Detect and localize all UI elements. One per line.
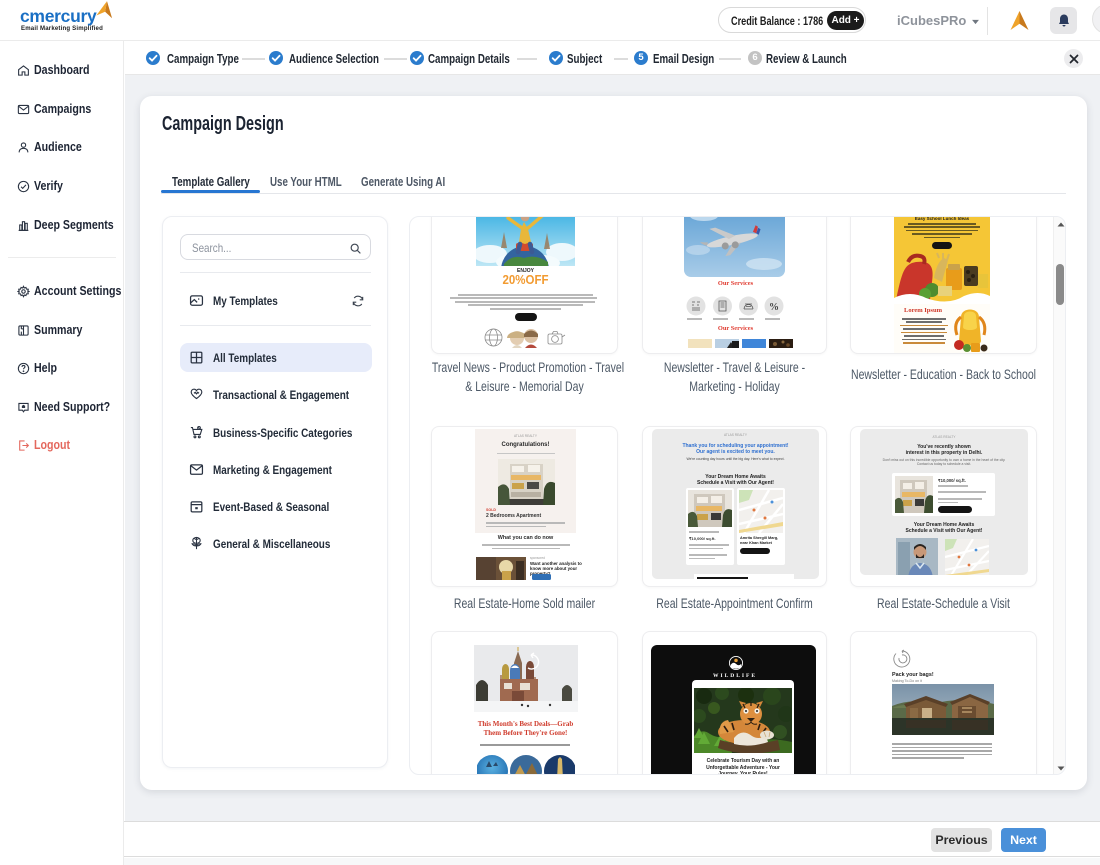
svg-text:%: % bbox=[769, 302, 779, 313]
